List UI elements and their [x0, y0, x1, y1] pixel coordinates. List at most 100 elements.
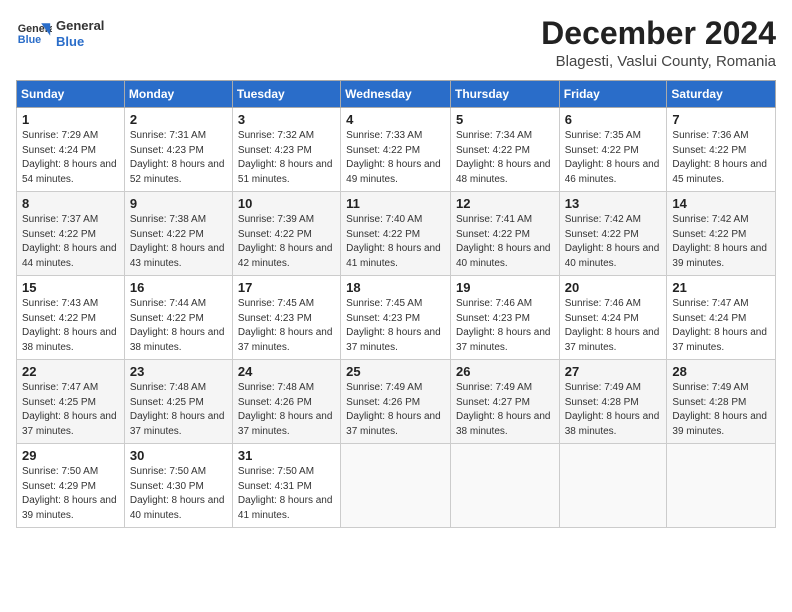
calendar-cell: 24 Sunrise: 7:48 AMSunset: 4:26 PMDaylig… — [232, 360, 340, 444]
day-info: Sunrise: 7:49 AMSunset: 4:28 PMDaylight:… — [565, 382, 660, 437]
day-info: Sunrise: 7:29 AMSunset: 4:24 PMDaylight:… — [22, 130, 117, 185]
day-info: Sunrise: 7:36 AMSunset: 4:22 PMDaylight:… — [672, 130, 767, 185]
calendar-cell: 2 Sunrise: 7:31 AMSunset: 4:23 PMDayligh… — [124, 108, 232, 192]
day-info: Sunrise: 7:33 AMSunset: 4:22 PMDaylight:… — [346, 130, 441, 185]
calendar-cell: 28 Sunrise: 7:49 AMSunset: 4:28 PMDaylig… — [667, 360, 776, 444]
day-number: 28 — [672, 364, 770, 379]
calendar-cell: 7 Sunrise: 7:36 AMSunset: 4:22 PMDayligh… — [667, 108, 776, 192]
calendar-cell: 8 Sunrise: 7:37 AMSunset: 4:22 PMDayligh… — [17, 192, 125, 276]
day-info: Sunrise: 7:45 AMSunset: 4:23 PMDaylight:… — [346, 298, 441, 353]
day-number: 24 — [238, 364, 335, 379]
calendar-cell: 5 Sunrise: 7:34 AMSunset: 4:22 PMDayligh… — [450, 108, 559, 192]
calendar-cell: 3 Sunrise: 7:32 AMSunset: 4:23 PMDayligh… — [232, 108, 340, 192]
calendar-cell: 12 Sunrise: 7:41 AMSunset: 4:22 PMDaylig… — [450, 192, 559, 276]
day-info: Sunrise: 7:38 AMSunset: 4:22 PMDaylight:… — [130, 214, 225, 269]
day-number: 8 — [22, 196, 119, 211]
day-number: 22 — [22, 364, 119, 379]
day-info: Sunrise: 7:47 AMSunset: 4:24 PMDaylight:… — [672, 298, 767, 353]
logo: General Blue General Blue — [16, 16, 104, 52]
logo-text-general: General — [56, 18, 104, 34]
day-number: 10 — [238, 196, 335, 211]
day-number: 9 — [130, 196, 227, 211]
calendar-cell: 19 Sunrise: 7:46 AMSunset: 4:23 PMDaylig… — [450, 276, 559, 360]
logo-icon: General Blue — [16, 16, 52, 52]
day-info: Sunrise: 7:43 AMSunset: 4:22 PMDaylight:… — [22, 298, 117, 353]
day-info: Sunrise: 7:49 AMSunset: 4:28 PMDaylight:… — [672, 382, 767, 437]
weekday-header-sunday: Sunday — [17, 81, 125, 108]
calendar-week-2: 8 Sunrise: 7:37 AMSunset: 4:22 PMDayligh… — [17, 192, 776, 276]
weekday-header-wednesday: Wednesday — [341, 81, 451, 108]
day-number: 25 — [346, 364, 445, 379]
day-info: Sunrise: 7:31 AMSunset: 4:23 PMDaylight:… — [130, 130, 225, 185]
day-number: 5 — [456, 112, 554, 127]
day-number: 21 — [672, 280, 770, 295]
calendar-cell: 13 Sunrise: 7:42 AMSunset: 4:22 PMDaylig… — [559, 192, 667, 276]
day-number: 1 — [22, 112, 119, 127]
day-number: 16 — [130, 280, 227, 295]
calendar-cell: 27 Sunrise: 7:49 AMSunset: 4:28 PMDaylig… — [559, 360, 667, 444]
calendar-cell: 21 Sunrise: 7:47 AMSunset: 4:24 PMDaylig… — [667, 276, 776, 360]
calendar-cell: 17 Sunrise: 7:45 AMSunset: 4:23 PMDaylig… — [232, 276, 340, 360]
calendar-week-5: 29 Sunrise: 7:50 AMSunset: 4:29 PMDaylig… — [17, 444, 776, 528]
day-number: 14 — [672, 196, 770, 211]
day-info: Sunrise: 7:45 AMSunset: 4:23 PMDaylight:… — [238, 298, 333, 353]
day-number: 11 — [346, 196, 445, 211]
calendar-cell: 9 Sunrise: 7:38 AMSunset: 4:22 PMDayligh… — [124, 192, 232, 276]
day-number: 2 — [130, 112, 227, 127]
day-info: Sunrise: 7:42 AMSunset: 4:22 PMDaylight:… — [672, 214, 767, 269]
day-number: 6 — [565, 112, 662, 127]
calendar-week-1: 1 Sunrise: 7:29 AMSunset: 4:24 PMDayligh… — [17, 108, 776, 192]
calendar-cell — [450, 444, 559, 528]
calendar-cell: 20 Sunrise: 7:46 AMSunset: 4:24 PMDaylig… — [559, 276, 667, 360]
calendar-cell: 25 Sunrise: 7:49 AMSunset: 4:26 PMDaylig… — [341, 360, 451, 444]
calendar-week-3: 15 Sunrise: 7:43 AMSunset: 4:22 PMDaylig… — [17, 276, 776, 360]
calendar-table: SundayMondayTuesdayWednesdayThursdayFrid… — [16, 80, 776, 528]
day-number: 4 — [346, 112, 445, 127]
day-info: Sunrise: 7:35 AMSunset: 4:22 PMDaylight:… — [565, 130, 660, 185]
weekday-header-row: SundayMondayTuesdayWednesdayThursdayFrid… — [17, 81, 776, 108]
calendar-cell: 31 Sunrise: 7:50 AMSunset: 4:31 PMDaylig… — [232, 444, 340, 528]
weekday-header-thursday: Thursday — [450, 81, 559, 108]
calendar-cell: 15 Sunrise: 7:43 AMSunset: 4:22 PMDaylig… — [17, 276, 125, 360]
day-number: 23 — [130, 364, 227, 379]
day-info: Sunrise: 7:39 AMSunset: 4:22 PMDaylight:… — [238, 214, 333, 269]
calendar-cell — [341, 444, 451, 528]
calendar-cell: 4 Sunrise: 7:33 AMSunset: 4:22 PMDayligh… — [341, 108, 451, 192]
calendar-cell: 26 Sunrise: 7:49 AMSunset: 4:27 PMDaylig… — [450, 360, 559, 444]
calendar-cell: 6 Sunrise: 7:35 AMSunset: 4:22 PMDayligh… — [559, 108, 667, 192]
logo-text-blue: Blue — [56, 34, 104, 50]
title-area: December 2024 Blagesti, Vaslui County, R… — [541, 16, 776, 70]
calendar-cell: 18 Sunrise: 7:45 AMSunset: 4:23 PMDaylig… — [341, 276, 451, 360]
day-info: Sunrise: 7:46 AMSunset: 4:23 PMDaylight:… — [456, 298, 551, 353]
day-info: Sunrise: 7:49 AMSunset: 4:26 PMDaylight:… — [346, 382, 441, 437]
header: General Blue General Blue December 2024 … — [16, 16, 776, 70]
day-info: Sunrise: 7:42 AMSunset: 4:22 PMDaylight:… — [565, 214, 660, 269]
day-info: Sunrise: 7:50 AMSunset: 4:29 PMDaylight:… — [22, 466, 117, 521]
day-info: Sunrise: 7:40 AMSunset: 4:22 PMDaylight:… — [346, 214, 441, 269]
day-info: Sunrise: 7:32 AMSunset: 4:23 PMDaylight:… — [238, 130, 333, 185]
calendar-cell: 22 Sunrise: 7:47 AMSunset: 4:25 PMDaylig… — [17, 360, 125, 444]
weekday-header-saturday: Saturday — [667, 81, 776, 108]
day-info: Sunrise: 7:41 AMSunset: 4:22 PMDaylight:… — [456, 214, 551, 269]
day-number: 19 — [456, 280, 554, 295]
calendar-cell: 10 Sunrise: 7:39 AMSunset: 4:22 PMDaylig… — [232, 192, 340, 276]
day-info: Sunrise: 7:46 AMSunset: 4:24 PMDaylight:… — [565, 298, 660, 353]
weekday-header-friday: Friday — [559, 81, 667, 108]
day-number: 26 — [456, 364, 554, 379]
calendar-cell — [559, 444, 667, 528]
day-number: 17 — [238, 280, 335, 295]
calendar-week-4: 22 Sunrise: 7:47 AMSunset: 4:25 PMDaylig… — [17, 360, 776, 444]
calendar-cell: 30 Sunrise: 7:50 AMSunset: 4:30 PMDaylig… — [124, 444, 232, 528]
day-number: 20 — [565, 280, 662, 295]
day-number: 12 — [456, 196, 554, 211]
day-number: 3 — [238, 112, 335, 127]
day-info: Sunrise: 7:37 AMSunset: 4:22 PMDaylight:… — [22, 214, 117, 269]
day-number: 7 — [672, 112, 770, 127]
day-info: Sunrise: 7:50 AMSunset: 4:31 PMDaylight:… — [238, 466, 333, 521]
day-number: 27 — [565, 364, 662, 379]
calendar-cell: 16 Sunrise: 7:44 AMSunset: 4:22 PMDaylig… — [124, 276, 232, 360]
day-number: 15 — [22, 280, 119, 295]
day-number: 13 — [565, 196, 662, 211]
day-number: 31 — [238, 448, 335, 463]
calendar-cell: 14 Sunrise: 7:42 AMSunset: 4:22 PMDaylig… — [667, 192, 776, 276]
